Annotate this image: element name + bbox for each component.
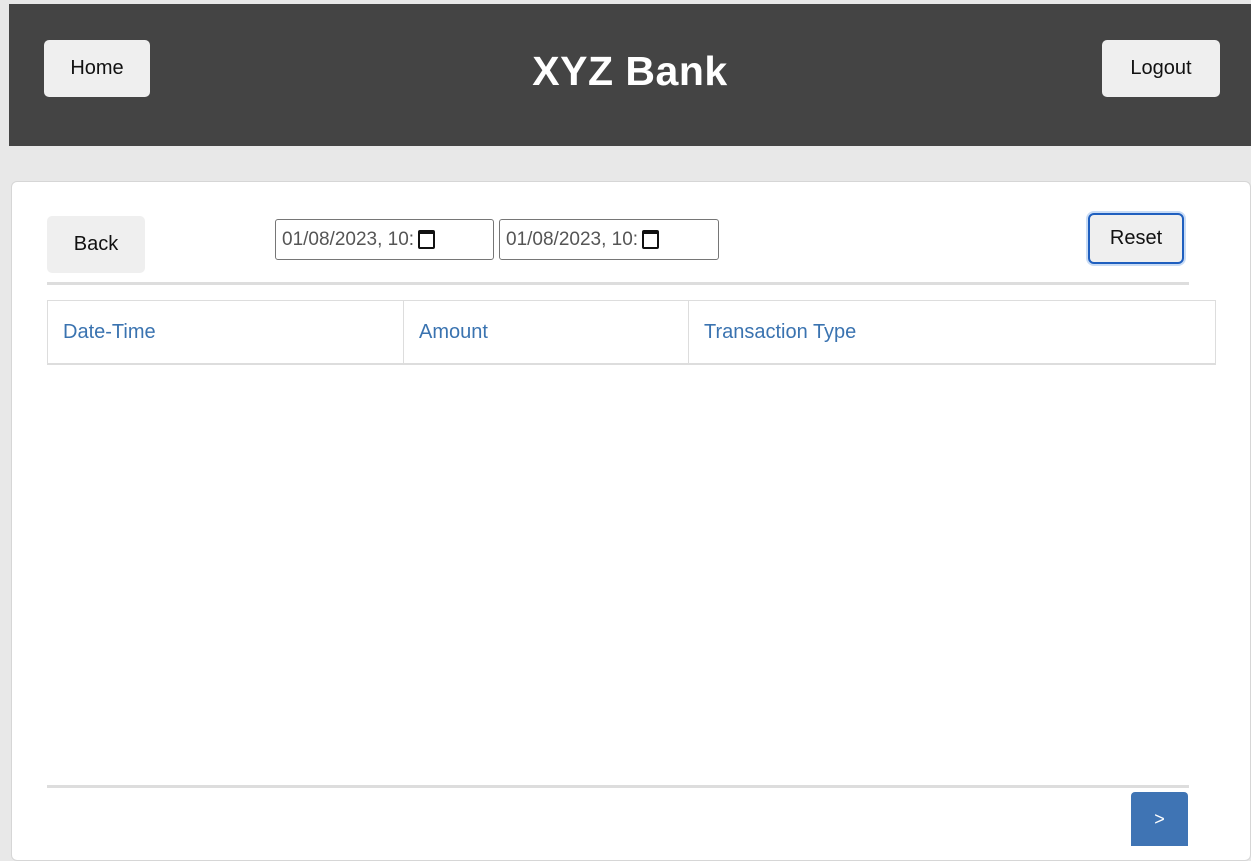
toolbar-divider	[47, 282, 1189, 285]
top-navbar: Home XYZ Bank Logout	[9, 4, 1251, 146]
end-datetime-input[interactable]: 01/08/2023, 10:	[499, 219, 719, 260]
transactions-table-header: Date-Time Amount Transaction Type	[47, 300, 1216, 365]
column-header-date-time[interactable]: Date-Time	[48, 301, 404, 363]
column-header-transaction-type[interactable]: Transaction Type	[689, 301, 1215, 363]
start-datetime-value: 01/08/2023, 10:	[282, 228, 415, 250]
next-page-button[interactable]: >	[1131, 792, 1188, 846]
start-datetime-input[interactable]: 01/08/2023, 10:	[275, 219, 494, 260]
column-header-amount[interactable]: Amount	[404, 301, 689, 363]
bank-title: XYZ Bank	[532, 48, 728, 94]
calendar-icon[interactable]	[418, 230, 436, 249]
back-button[interactable]: Back	[47, 216, 145, 273]
logout-button[interactable]: Logout	[1102, 40, 1220, 97]
reset-button[interactable]: Reset	[1088, 213, 1184, 264]
calendar-icon[interactable]	[642, 230, 660, 249]
table-footer-divider	[47, 785, 1189, 788]
end-datetime-value: 01/08/2023, 10:	[506, 228, 639, 250]
